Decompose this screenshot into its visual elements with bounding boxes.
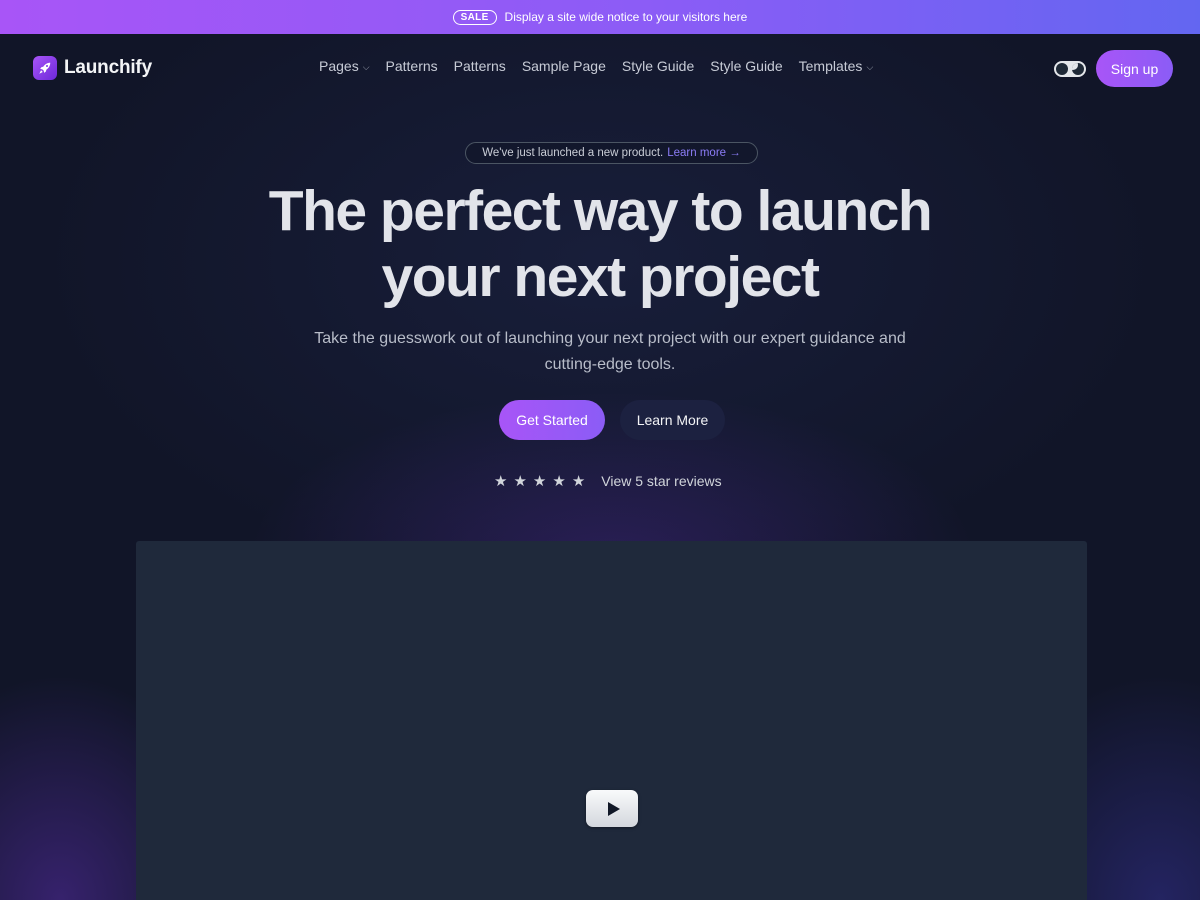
hero-subtitle: Take the guesswork out of launching your… <box>314 330 906 373</box>
star-icon: ★ <box>532 473 547 490</box>
theme-toggle-icon[interactable] <box>1054 61 1086 77</box>
main-nav: Pages ⌵ Patterns Patterns Sample Page St… <box>319 58 873 74</box>
announcement-learn-more-link[interactable]: Learn more → <box>667 147 741 159</box>
nav-item-label: Patterns <box>453 58 506 74</box>
nav-item-label: Templates <box>798 58 863 74</box>
star-icon: ★ <box>552 473 566 490</box>
star-icon: ★ <box>571 473 586 490</box>
nav-item-style-guide-2[interactable]: Style Guide <box>710 58 782 74</box>
play-icon <box>607 801 620 816</box>
star-rating: ★ ★ ★ ★ ★ <box>494 472 585 490</box>
sign-up-button[interactable]: Sign up <box>1096 50 1173 87</box>
moon-icon <box>1072 63 1084 75</box>
announcement-pill: We've just launched a new product. Learn… <box>465 142 758 164</box>
announcement-text: We've just launched a new product. <box>482 147 664 159</box>
logo[interactable]: Launchify <box>33 56 152 80</box>
get-started-button[interactable]: Get Started <box>499 400 605 440</box>
nav-item-label: Style Guide <box>710 58 783 74</box>
chevron-down-icon: ⌵ <box>362 61 370 72</box>
nav-item-sample-page[interactable]: Sample Page <box>522 58 606 74</box>
nav-item-pages[interactable]: Pages ⌵ <box>319 58 370 74</box>
sale-badge: SALE <box>452 9 497 25</box>
nav-item-patterns-2[interactable]: Patterns <box>454 58 506 74</box>
rocket-icon <box>33 56 57 80</box>
chevron-down-icon: ⌵ <box>866 61 874 72</box>
nav-item-label: Sample Page <box>521 58 606 74</box>
nav-item-templates[interactable]: Templates ⌵ <box>799 58 874 74</box>
nav-item-patterns[interactable]: Patterns <box>386 58 438 74</box>
page: SALE Display a site wide notice to your … <box>0 0 1200 900</box>
play-button[interactable] <box>586 790 638 827</box>
site-notice-bar: SALE Display a site wide notice to your … <box>0 0 1200 34</box>
sun-icon <box>1056 63 1068 75</box>
learn-more-button[interactable]: Learn More <box>620 400 725 440</box>
notice-text: Display a site wide notice to your visit… <box>504 10 748 24</box>
headline-line-2: your next project <box>381 245 820 309</box>
hero-headline: The perfect way to launch your next proj… <box>0 178 1200 310</box>
video-player[interactable] <box>136 541 1087 900</box>
view-reviews-link[interactable]: View 5 star reviews <box>601 473 721 489</box>
logo-text: Launchify <box>64 57 152 78</box>
headline-line-1: The perfect way to launch <box>268 179 933 243</box>
reviews-row: ★ ★ ★ ★ ★ View 5 star reviews <box>494 472 722 490</box>
star-icon: ★ <box>513 473 527 490</box>
nav-item-label: Pages <box>319 58 359 74</box>
header: Launchify Pages ⌵ Patterns Patterns Samp… <box>0 34 1200 104</box>
star-icon: ★ <box>494 473 508 490</box>
nav-item-label: Patterns <box>385 58 438 74</box>
nav-item-label: Style Guide <box>621 58 695 74</box>
nav-item-style-guide[interactable]: Style Guide <box>622 58 694 74</box>
